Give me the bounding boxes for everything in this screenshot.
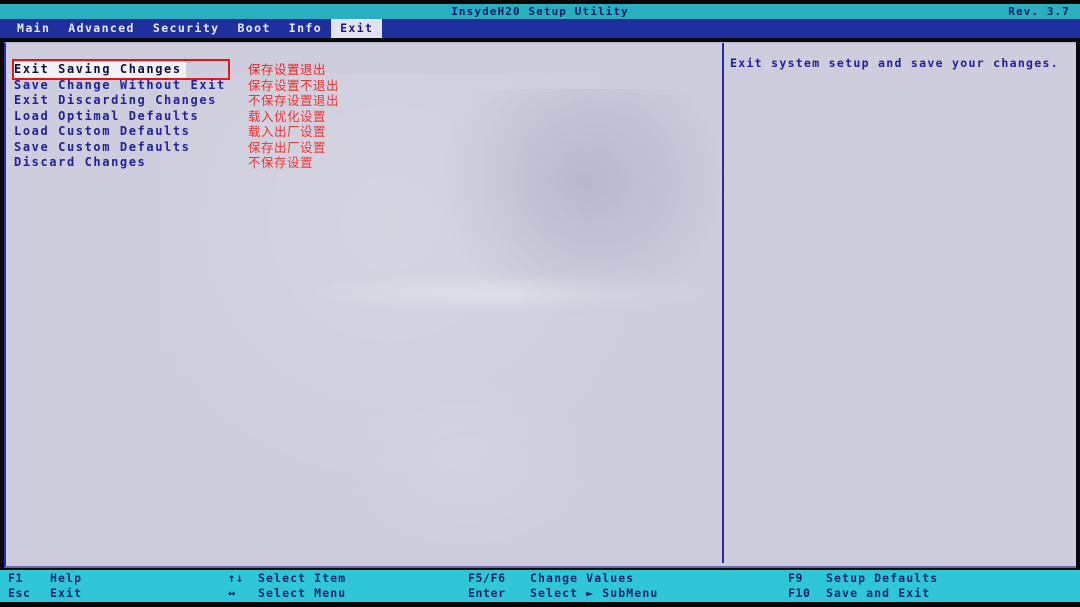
status-key: Enter (468, 586, 506, 600)
status-item-esc-exit[interactable]: Esc Exit (8, 586, 82, 601)
status-item-setup-defaults[interactable]: F9 Setup Defaults (788, 571, 938, 586)
status-key: F10 (788, 586, 811, 600)
option-label: Discard Changes (14, 155, 147, 169)
tab-advanced[interactable]: Advanced (59, 19, 144, 38)
up-down-arrow-icon: ↑↓ (228, 571, 244, 585)
exit-options-list: Exit Saving Changes 保存设置退出 Save Change W… (10, 59, 710, 171)
status-item-save-and-exit[interactable]: F10 Save and Exit (788, 586, 938, 601)
content-panel: Exit Saving Changes 保存设置退出 Save Change W… (4, 42, 1076, 568)
status-desc: Help (50, 571, 83, 585)
option-label: Load Optimal Defaults (14, 108, 200, 123)
status-key: F1 (8, 571, 24, 585)
status-item-f1-help[interactable]: F1 Help (8, 571, 82, 586)
status-desc: Select ► SubMenu (530, 586, 659, 600)
status-column-navigation: F1 Help Esc Exit (8, 571, 82, 601)
status-key: Esc (8, 586, 31, 600)
option-note-cn: 不保存设置 (248, 155, 314, 170)
option-label: Save Custom Defaults (14, 139, 191, 154)
option-row-exit-discarding-changes[interactable]: Exit Discarding Changes 不保存设置退出 (10, 93, 710, 109)
tab-main[interactable]: Main (8, 19, 59, 38)
option-note-cn: 保存设置退出 (248, 62, 327, 77)
status-desc: Change Values (530, 571, 635, 585)
help-pane: Exit system setup and save your changes. (730, 56, 1070, 71)
status-desc: Save and Exit (826, 586, 931, 600)
option-row-load-custom-defaults[interactable]: Load Custom Defaults 载入出厂设置 (10, 124, 710, 140)
screen-glare-lower (336, 373, 596, 553)
status-column-values: F5/F6 Change Values Enter Select ► SubMenu (468, 571, 658, 601)
option-note-cn: 不保存设置退出 (248, 93, 340, 108)
status-item-select-submenu[interactable]: Enter Select ► SubMenu (468, 586, 658, 601)
window-title: InsydeH20 Setup Utility (451, 5, 629, 18)
status-column-selection: ↑↓ Select Item ↔ Select Menu (228, 571, 346, 601)
status-bar: F1 Help Esc Exit ↑↓ Select Item ↔ Select Men… (0, 570, 1080, 602)
help-text: Exit system setup and save your changes. (730, 56, 1059, 70)
status-item-change-values[interactable]: F5/F6 Change Values (468, 571, 658, 586)
title-bar: InsydeH20 Setup Utility Rev. 3.7 (0, 4, 1080, 19)
option-label: Save Change Without Exit (14, 77, 226, 92)
screen-glare-streak (306, 273, 706, 313)
tab-boot[interactable]: Boot (228, 19, 279, 38)
status-key: F9 (788, 571, 804, 585)
status-key: F5/F6 (468, 571, 506, 585)
status-column-defaults: F9 Setup Defaults F10 Save and Exit (788, 571, 938, 601)
tab-info[interactable]: Info (280, 19, 331, 38)
menu-bar: Main Advanced Security Boot Info Exit (0, 19, 1080, 38)
option-row-save-change-without-exit[interactable]: Save Change Without Exit 保存设置不退出 (10, 78, 710, 94)
status-desc: Select Item (258, 571, 347, 585)
option-row-exit-saving-changes[interactable]: Exit Saving Changes 保存设置退出 (10, 59, 710, 80)
status-desc: Setup Defaults (826, 571, 939, 585)
option-row-save-custom-defaults[interactable]: Save Custom Defaults 保存出厂设置 (10, 140, 710, 156)
option-note-cn: 载入优化设置 (248, 108, 327, 124)
option-note-cn: 保存设置不退出 (248, 77, 340, 93)
bios-setup-screen: InsydeH20 Setup Utility Rev. 3.7 Main Ad… (0, 0, 1080, 607)
option-note-cn: 保存出厂设置 (248, 139, 327, 155)
screen-bottom-bezel (0, 602, 1080, 607)
tab-exit[interactable]: Exit (331, 19, 383, 38)
option-row-discard-changes[interactable]: Discard Changes 不保存设置 (10, 155, 710, 171)
status-desc: Exit (50, 586, 83, 600)
bios-revision: Rev. 3.7 (1008, 5, 1070, 18)
tab-security[interactable]: Security (144, 19, 229, 38)
option-row-load-optimal-defaults[interactable]: Load Optimal Defaults 载入优化设置 (10, 109, 710, 125)
status-item-select-item[interactable]: ↑↓ Select Item (228, 571, 346, 586)
status-desc: Select Menu (258, 586, 347, 600)
panel-divider (722, 43, 724, 563)
option-label: Load Custom Defaults (14, 124, 191, 138)
status-item-select-menu[interactable]: ↔ Select Menu (228, 586, 346, 601)
option-note-cn: 载入出厂设置 (248, 124, 327, 139)
option-label: Exit Discarding Changes (14, 93, 217, 107)
left-right-arrow-icon: ↔ (228, 586, 236, 600)
